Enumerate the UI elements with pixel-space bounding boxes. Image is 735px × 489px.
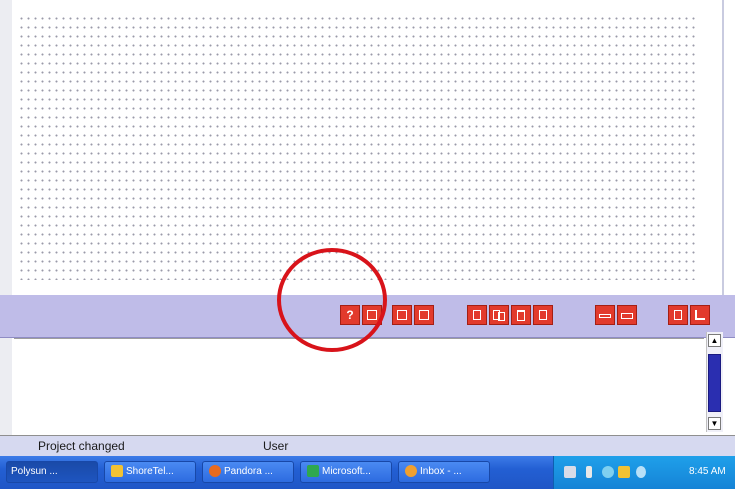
network-icon[interactable] — [564, 466, 576, 478]
report-icon — [674, 310, 682, 320]
document-icon — [473, 310, 481, 320]
maximize-icon — [621, 313, 633, 319]
status-bar: Project changed User — [0, 435, 735, 456]
paste-icon — [539, 310, 547, 320]
microsoft-icon — [307, 465, 319, 478]
messenger-icon[interactable] — [602, 466, 614, 478]
firefox-icon — [209, 465, 221, 478]
canvas-border — [722, 0, 724, 295]
log-scrollbar[interactable]: ▲ ▼ — [706, 332, 723, 432]
copy-button[interactable] — [489, 305, 509, 325]
taskbar-item-polysun[interactable]: Polysun ... — [6, 461, 98, 483]
shoretel-icon — [111, 465, 123, 478]
speaker-icon[interactable] — [586, 466, 592, 478]
dot-grid — [18, 14, 698, 280]
delete-icon — [517, 310, 525, 321]
bottom-toolbar: ? — [0, 295, 735, 338]
open-folder-icon — [367, 310, 377, 320]
status-user: User — [263, 439, 289, 453]
log-text-area[interactable] — [14, 338, 704, 436]
taskbar-label: Pandora ... — [224, 466, 273, 477]
new-button[interactable] — [392, 305, 412, 325]
taskbar-label: Microsoft... — [322, 466, 371, 477]
scroll-down-button[interactable]: ▼ — [708, 417, 721, 430]
taskbar-clock: 8:45 AM — [689, 466, 726, 477]
report-button[interactable] — [668, 305, 688, 325]
chart-button[interactable] — [690, 305, 710, 325]
minimize-button[interactable] — [595, 305, 615, 325]
help-icon: ? — [346, 308, 354, 322]
status-message: Project changed — [38, 439, 125, 453]
copy-icon-back — [498, 312, 505, 321]
taskbar-item-pandora[interactable]: Pandora ... — [202, 461, 294, 483]
update-icon[interactable] — [618, 466, 630, 478]
taskbar-item-shoretel[interactable]: ShoreTel... — [104, 461, 196, 483]
taskbar-item-microsoft[interactable]: Microsoft... — [300, 461, 392, 483]
sync-icon[interactable] — [636, 466, 646, 478]
taskbar-label: ShoreTel... — [126, 466, 174, 477]
outlook-icon — [405, 465, 417, 478]
design-canvas[interactable] — [0, 0, 735, 295]
open-button[interactable] — [362, 305, 382, 325]
save-icon — [419, 310, 429, 320]
help-button[interactable]: ? — [340, 305, 360, 325]
save-button[interactable] — [414, 305, 434, 325]
delete-button[interactable] — [511, 305, 531, 325]
taskbar-label: Polysun ... — [11, 466, 58, 477]
paste-button[interactable] — [533, 305, 553, 325]
document-button[interactable] — [467, 305, 487, 325]
scroll-thumb[interactable] — [708, 354, 721, 412]
scroll-up-button[interactable]: ▲ — [708, 334, 721, 347]
new-document-icon — [397, 310, 407, 320]
taskbar-item-inbox[interactable]: Inbox - ... — [398, 461, 490, 483]
taskbar-label: Inbox - ... — [420, 466, 462, 477]
canvas-left-margin — [0, 0, 12, 295]
maximize-button[interactable] — [617, 305, 637, 325]
message-log — [0, 338, 735, 436]
minimize-icon — [599, 314, 611, 318]
system-tray: 8:45 AM — [553, 456, 735, 489]
chart-icon — [695, 310, 705, 320]
log-left-margin — [0, 338, 12, 435]
